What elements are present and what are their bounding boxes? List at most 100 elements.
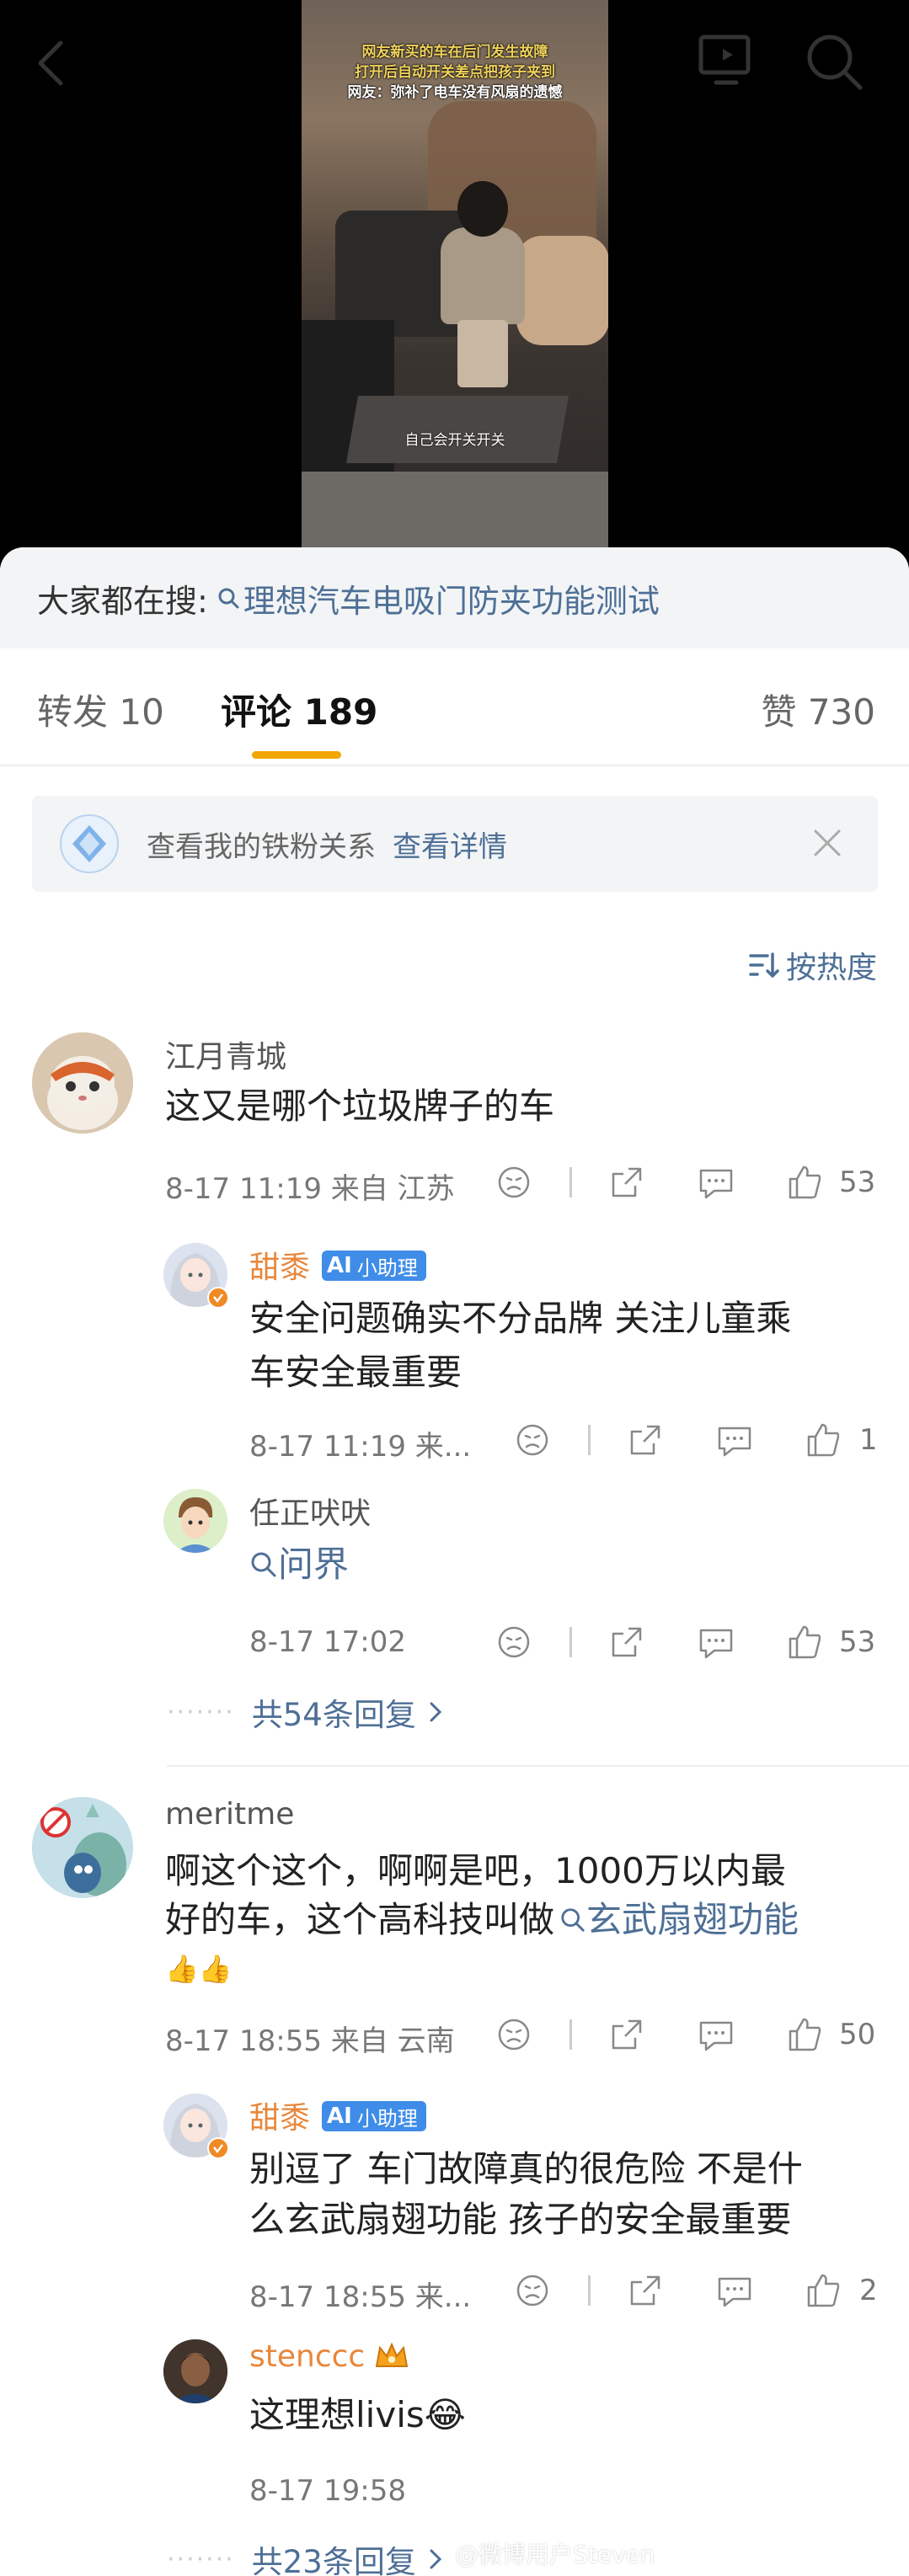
dots-icon: ·······: [167, 2544, 235, 2574]
active-tab-indicator: [252, 751, 341, 759]
chevron-right-icon: [430, 2549, 441, 2569]
like-count: 2: [859, 2274, 878, 2307]
child-head: [457, 181, 508, 237]
crown-icon: [376, 2341, 409, 2367]
comment-icon[interactable]: [698, 2018, 735, 2051]
reply-author[interactable]: stenccc: [249, 2339, 410, 2374]
view-replies-label: 共54条回复: [251, 1697, 416, 1733]
like-icon[interactable]: [787, 1165, 822, 1199]
fans-banner[interactable]: 查看我的铁粉关系 查看详情: [32, 796, 878, 892]
search-icon: [218, 588, 239, 609]
video-frame[interactable]: 网友新买的车在后门发生故障 打开后自动开关差点把孩子夹到 网友：弥补了电车没有风…: [302, 0, 608, 547]
comment-keyword-text: 玄武扇翅功能: [586, 1899, 799, 1940]
cat-avatar-icon: [32, 1032, 133, 1133]
hot-search-keyword[interactable]: 理想汽车电吸门防夹功能测试: [217, 575, 660, 621]
dislike-icon[interactable]: [497, 1165, 531, 1199]
fans-banner-text: 查看我的铁粉关系: [147, 829, 376, 864]
child-legs: [457, 320, 508, 387]
video-caption-2: 打开后自动开关差点把孩子夹到: [355, 64, 555, 81]
like-count: 50: [839, 2018, 876, 2051]
like-icon[interactable]: [805, 2274, 841, 2307]
share-icon[interactable]: [610, 2018, 644, 2051]
reply-author[interactable]: 甜黍 AI 小助理: [249, 2093, 426, 2137]
toy: [516, 236, 608, 345]
reply-text-line-1: 安全问题确实不分品牌 关注儿童乘: [249, 1298, 792, 1339]
reply-author[interactable]: 甜黍 AI 小助理: [249, 1243, 426, 1287]
reply-author[interactable]: 任正吠吠: [249, 1489, 371, 1533]
diamond-badge-icon: [60, 814, 119, 873]
hot-search-keyword-text: 理想汽车电吸门防夹功能测试: [243, 582, 660, 620]
reply-meta: 8-17 19:58: [249, 2474, 406, 2508]
sort-icon: [749, 952, 779, 978]
search-icon: [251, 1552, 276, 1577]
tab-bar: 转发 10 评论 189 赞 730: [0, 648, 909, 766]
like-icon[interactable]: [805, 1423, 841, 1457]
dislike-icon[interactable]: [497, 1625, 531, 1659]
avatar[interactable]: [32, 1032, 133, 1133]
cast-screen-icon[interactable]: [698, 32, 757, 88]
watermark: @微博用户Steven: [455, 2541, 655, 2568]
comment-actions: 53: [0, 1165, 909, 1199]
video-caption-1: 网友新买的车在后门发生故障: [361, 44, 548, 61]
action-divider: [569, 1167, 572, 1197]
like-count: 53: [839, 1625, 876, 1659]
road: [302, 472, 608, 547]
like-count: 1: [859, 1423, 878, 1457]
comment-text-line-2: 好的车，这个高科技叫做 玄武扇翅功能: [165, 1893, 799, 1947]
comment-icon[interactable]: [716, 1423, 753, 1457]
child-figure: [441, 227, 525, 324]
fans-banner-link[interactable]: 查看详情: [393, 824, 507, 865]
video-player[interactable]: 网友新买的车在后门发生故障 打开后自动开关差点把孩子夹到 网友：弥补了电车没有风…: [0, 0, 909, 581]
reply-author-name: 甜黍: [249, 1251, 311, 1285]
close-icon[interactable]: [810, 826, 844, 860]
search-icon[interactable]: [805, 32, 864, 91]
share-icon[interactable]: [610, 1625, 644, 1659]
like-icon[interactable]: [787, 2018, 822, 2051]
verified-icon: [207, 2137, 229, 2159]
share-icon[interactable]: [628, 1423, 662, 1457]
comment-keyword-link[interactable]: 玄武扇翅功能: [559, 1893, 799, 1947]
back-icon[interactable]: [34, 38, 67, 88]
avatar[interactable]: [32, 1797, 133, 1898]
comment-icon[interactable]: [698, 1625, 735, 1659]
assistant-badge-label: 小助理: [356, 2106, 418, 2131]
tab-likes[interactable]: 赞 730: [761, 684, 875, 735]
comment-author[interactable]: meritme: [165, 1797, 294, 1832]
dislike-icon[interactable]: [497, 2018, 531, 2051]
reply-author-name: stenccc: [249, 2339, 366, 2374]
reply-actions: 2: [0, 2274, 909, 2307]
view-replies-link[interactable]: ······· 共23条回复: [167, 2536, 443, 2576]
dislike-icon[interactable]: [516, 1423, 549, 1457]
reply-text-line-2: 么玄武扇翅功能 孩子的安全最重要: [249, 2199, 792, 2240]
sort-button[interactable]: 按热度: [749, 943, 877, 987]
reply-text-line-2: 车安全最重要: [249, 1352, 463, 1393]
comment-emoji: 👍👍: [165, 1953, 233, 1985]
like-icon[interactable]: [787, 1625, 822, 1659]
assistant-badge: AI 小助理: [322, 2101, 426, 2131]
reply-text: 这理想livis😂: [249, 2394, 466, 2435]
comment-text: 这又是哪个垃圾牌子的车: [165, 1085, 555, 1127]
share-icon[interactable]: [628, 2274, 662, 2307]
tab-comments[interactable]: 评论 189: [221, 684, 377, 735]
avatar[interactable]: [163, 2339, 227, 2403]
avatar[interactable]: [163, 1489, 227, 1553]
verified-icon: [207, 1287, 229, 1309]
reply-keyword-text: 问界: [278, 1544, 350, 1585]
action-divider: [588, 2275, 591, 2306]
action-divider: [588, 1425, 591, 1455]
comment-icon[interactable]: [716, 2274, 753, 2307]
comment-author[interactable]: 江月青城: [165, 1032, 286, 1076]
dislike-icon[interactable]: [516, 2274, 549, 2307]
comment-text-line-2-text: 好的车，这个高科技叫做: [165, 1899, 555, 1940]
comment-icon[interactable]: [698, 1165, 735, 1199]
hot-search-bar[interactable]: 大家都在搜: 理想汽车电吸门防夹功能测试: [0, 547, 909, 648]
assistant-badge: AI 小助理: [322, 1251, 426, 1281]
tab-repost[interactable]: 转发 10: [37, 684, 164, 735]
comment-divider: [167, 1765, 909, 1767]
reply-keyword-link[interactable]: 问界: [249, 1538, 349, 1592]
reply-actions: 1: [0, 1423, 909, 1457]
ai-icon: AI: [327, 2104, 352, 2129]
view-replies-link[interactable]: ······· 共54条回复: [167, 1689, 443, 1735]
share-icon[interactable]: [610, 1165, 644, 1199]
hot-search-label: 大家都在搜:: [37, 582, 208, 620]
